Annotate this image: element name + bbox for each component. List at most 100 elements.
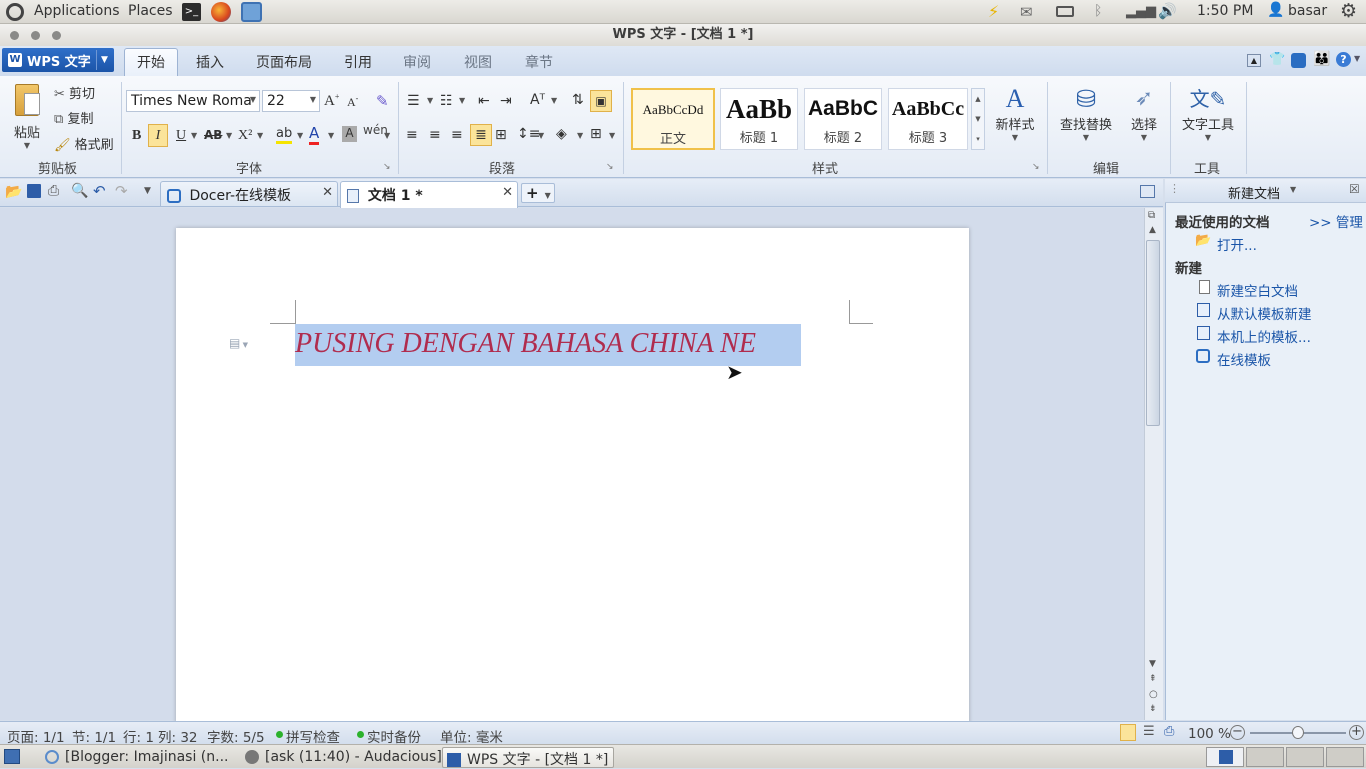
status-unit[interactable]: 单位: 毫米 (440, 726, 503, 746)
chromium-icon[interactable] (241, 2, 262, 22)
line-spacing-dropdown-icon[interactable]: ▼ (538, 131, 544, 140)
drag-handle-icon[interactable]: ⋮ (1169, 182, 1180, 195)
strikethrough-button[interactable]: AB (204, 128, 222, 142)
italic-button[interactable]: I (148, 124, 168, 147)
places-menu[interactable]: Places (122, 3, 179, 19)
help-icon[interactable]: ? (1336, 52, 1351, 67)
workspace-4[interactable] (1326, 747, 1364, 767)
bold-button[interactable]: B (132, 128, 141, 144)
underline-dropdown-icon[interactable]: ▼ (191, 131, 197, 140)
superscript-button[interactable]: X² (238, 128, 252, 144)
document-text[interactable]: PUSING DENGAN BAHASA CHINA NE (295, 328, 756, 360)
styles-scroll[interactable]: ▲ ▼ ▾ (971, 88, 985, 150)
scroll-down-icon[interactable]: ▼ (1149, 659, 1156, 669)
collapse-ribbon-icon[interactable]: ▲ (1247, 54, 1261, 67)
grow-font-icon[interactable]: A+ (324, 92, 339, 110)
font-color-icon[interactable]: A (309, 124, 320, 145)
show-desktop-icon[interactable] (4, 749, 20, 764)
zoom-level[interactable]: 100 % (1188, 726, 1231, 742)
distributed-align-icon[interactable]: ⊞ (495, 127, 507, 143)
zoom-slider-thumb[interactable] (1292, 726, 1304, 739)
tab-chapter[interactable]: 章节 (525, 52, 553, 72)
tab-docer-templates[interactable]: Docer-在线模板 ✕ (160, 181, 338, 206)
style-normal[interactable]: AaBbCcDd 正文 (631, 88, 715, 150)
ruler-toggle-icon[interactable]: ⧉ (1148, 210, 1155, 221)
shading-icon[interactable]: ◈ (556, 126, 567, 142)
format-painter-button[interactable]: 🖌 格式刷 (54, 134, 114, 153)
numbered-list-icon[interactable]: ☷ (440, 93, 453, 109)
terminal-icon[interactable]: >_ (182, 3, 201, 21)
outline-view-icon[interactable]: ☰ (1143, 724, 1155, 739)
help-dropdown-icon[interactable]: ▼ (1354, 54, 1360, 63)
tab-view[interactable]: 视图 (464, 52, 492, 72)
tab-list-icon[interactable] (1140, 185, 1155, 198)
battery-icon[interactable] (1056, 6, 1074, 17)
text-direction-icon[interactable]: Aᵀ (530, 92, 545, 108)
volume-icon[interactable]: 🔊 (1158, 2, 1177, 20)
sort-icon[interactable]: ⇅ (572, 92, 584, 108)
char-shading-icon[interactable]: A (342, 126, 357, 142)
close-icon[interactable]: ✕ (322, 185, 333, 200)
scroll-up-icon[interactable]: ▲ (1149, 225, 1156, 235)
cut-button[interactable]: ✂ 剪切 (54, 83, 95, 102)
tab-review[interactable]: 审阅 (403, 52, 431, 72)
taskbar-item-audacious[interactable]: [ask (11:40) - Audacious] (240, 747, 442, 768)
tab-document-1[interactable]: 文档 1 * ✕ (340, 181, 518, 208)
align-right-icon[interactable]: ≡ (451, 127, 463, 143)
copy-button[interactable]: ⧉ 复制 (54, 108, 93, 127)
web-view-icon[interactable]: ⎙ (1164, 724, 1174, 739)
align-left-icon[interactable]: ≡ (406, 127, 418, 143)
undo-icon[interactable]: ↶ (93, 182, 106, 200)
status-word-count[interactable]: 字数: 5/5 (207, 726, 265, 746)
find-replace-button[interactable]: ⛁ 查找替换 ▼ (1056, 84, 1116, 142)
close-window-icon[interactable] (10, 31, 19, 40)
prev-page-icon[interactable]: ⇞ (1149, 674, 1157, 684)
power-icon[interactable]: ⚡ (988, 2, 999, 21)
increase-indent-icon[interactable]: ⇥ (500, 93, 512, 109)
scroll-thumb[interactable] (1146, 240, 1160, 426)
network-icon[interactable]: ▂▄▆ (1126, 4, 1156, 19)
style-heading-3[interactable]: AaBbCc 标题 3 (888, 88, 968, 150)
quick-access-dropdown-icon[interactable]: ▼ (144, 186, 151, 196)
select-button[interactable]: ➶ 选择 ▼ (1126, 84, 1162, 142)
feedback-icon[interactable] (1291, 53, 1306, 68)
from-default-template-link[interactable]: 从默认模板新建 (1217, 303, 1312, 323)
taskbar-item-blogger[interactable]: [Blogger: Imajinasi (n... (40, 747, 232, 768)
text-direction-dropdown-icon[interactable]: ▼ (551, 96, 557, 105)
applications-menu[interactable]: Applications (28, 3, 126, 19)
underline-button[interactable]: U (176, 128, 186, 144)
new-style-button[interactable]: A 新样式 ▼ (992, 84, 1038, 142)
paragraph-handle-icon[interactable]: ▤ ▼ (229, 336, 248, 350)
show-marks-icon[interactable]: ▣ (590, 90, 612, 112)
manage-link[interactable]: >> 管理 (1309, 211, 1363, 231)
clear-format-icon[interactable]: ✎ (376, 92, 389, 110)
wps-app-menu-button[interactable]: W WPS 文字 ▼ (2, 48, 114, 72)
user-name[interactable]: basar (1288, 3, 1327, 19)
print-icon[interactable]: ⎙ (48, 183, 59, 199)
font-color-dropdown-icon[interactable]: ▼ (328, 131, 334, 140)
print-preview-icon[interactable]: 🔍 (71, 183, 88, 199)
tab-references[interactable]: 引用 (344, 52, 372, 72)
minimize-window-icon[interactable] (31, 31, 40, 40)
close-icon[interactable]: ☒ (1349, 182, 1360, 196)
select-browse-object-icon[interactable]: ○ (1149, 689, 1158, 700)
align-center-icon[interactable]: ≡ (429, 127, 441, 143)
clock[interactable]: 1:50 PM (1197, 3, 1253, 19)
community-icon[interactable]: 👪 (1313, 51, 1330, 67)
page-view-icon[interactable] (1120, 724, 1136, 741)
task-pane-header[interactable]: ⋮ 新建文档 ▼ ☒ (1165, 179, 1366, 203)
online-templates-link[interactable]: 在线模板 (1217, 349, 1271, 369)
font-dialog-launcher-icon[interactable]: ↘ (383, 162, 391, 172)
maximize-window-icon[interactable] (52, 31, 61, 40)
backup-toggle[interactable]: 实时备份 (367, 726, 421, 746)
phonetic-dropdown-icon[interactable]: ▼ (384, 131, 390, 140)
dropdown-arrow-icon[interactable]: ▼ (1290, 185, 1296, 194)
local-templates-link[interactable]: 本机上的模板... (1217, 326, 1311, 346)
strike-dropdown-icon[interactable]: ▼ (226, 131, 232, 140)
firefox-icon[interactable] (211, 2, 231, 22)
highlight-icon[interactable]: ab (276, 126, 293, 144)
bullet-dropdown-icon[interactable]: ▼ (427, 96, 433, 105)
zoom-in-icon[interactable]: + (1349, 725, 1364, 740)
ubuntu-logo-icon[interactable] (6, 3, 24, 21)
close-icon[interactable]: ✕ (502, 185, 513, 200)
